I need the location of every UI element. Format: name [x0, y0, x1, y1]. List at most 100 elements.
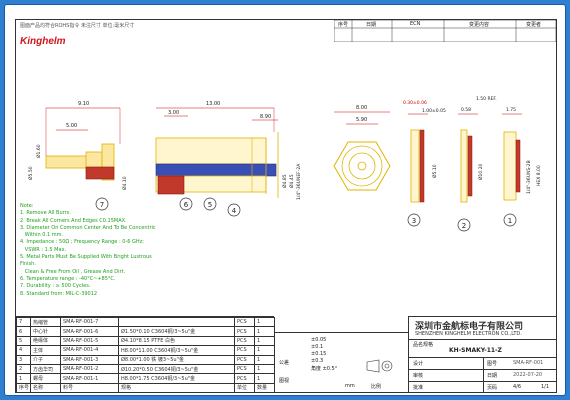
- bom-cell-no: 序号: [16, 382, 31, 394]
- revision-table: 序号 日期 ECN 变更内容 变更者: [334, 20, 556, 42]
- bom-cell-unit: PCS: [234, 363, 255, 375]
- svg-text:3: 3: [412, 217, 416, 225]
- dim-front-d2: 5.90: [356, 117, 367, 123]
- dim-side-d3: 13.00: [206, 101, 220, 107]
- tol-row-3: ±0.3: [311, 358, 324, 364]
- bom-cell-part: SMA-RF-001-1: [60, 373, 119, 384]
- bom-cell-unit: PCS: [234, 373, 255, 384]
- drawing-frame: 图面产品均符合ROHS指令 未注尺寸 单位:毫米尺寸 Kinghelm 序号 日…: [4, 4, 566, 396]
- bom-cell-no: 4: [16, 345, 31, 356]
- tb-date-label: 日期: [487, 373, 498, 379]
- bom-cell-no: 6: [16, 326, 31, 337]
- bom-cell-part: SMA-RF-001-6: [60, 326, 119, 337]
- bom-cell-unit: PCS: [234, 316, 255, 328]
- dim-side-d4: 3.00: [168, 110, 179, 116]
- bom-row: 4 主体 SMA-RF-001-4 H8.00*11.00 C3604铜/3~5u"金…: [16, 345, 275, 356]
- tb-drawing-no-label: 图号: [487, 361, 498, 367]
- dim-side-d9: Ø4.85: [281, 174, 288, 188]
- bom-cell-spec: H8.00*11.00 C3604铜/3~5u"金: [118, 345, 235, 356]
- note-line-8: Finish.: [20, 261, 36, 268]
- bom-cell-name: 介子: [30, 354, 61, 365]
- note-line-11: 7. Durability : ≥ 500 Cycles.: [20, 283, 91, 290]
- bom-cell-qty: 1: [254, 316, 275, 328]
- note-line-12: 8. Standard from: MIL-C-39012: [20, 290, 98, 297]
- note-line-3: 3. Diameter On Common Center And To Be C…: [20, 224, 156, 231]
- tb-drawing-no: SMA-RF-001: [513, 360, 544, 366]
- rev-col-no: 序号: [338, 22, 349, 28]
- dim-side-d8: Ø5.50: [27, 166, 34, 180]
- bom-cell-spec: Ø4.10*8.15 PTFE 白色: [118, 335, 235, 347]
- bom-row: 7 热缩管 SMA-RF-001-7 PCS 1: [16, 316, 275, 328]
- dim-washer-d5: 1.75: [506, 107, 516, 113]
- rev-col-author: 变更者: [526, 22, 542, 28]
- tolerance-scale: 比例: [371, 384, 382, 390]
- tol-row-2: ±0.15: [311, 351, 327, 357]
- bom-cell-part: SMA-RF-001-5: [60, 335, 119, 347]
- tolerance-label: 公差: [279, 360, 290, 366]
- kinghelm-logo: Kinghelm: [20, 36, 66, 47]
- bom-cell-name: 中心针: [30, 326, 61, 337]
- dim-washer-d1: 0.30±0.06: [403, 100, 427, 106]
- model-label: 品名规格: [413, 342, 434, 348]
- dim-washer-d2: 1.00±0.05: [422, 108, 446, 114]
- dim-side-d11: 1/4"-36UNEF-2A: [296, 163, 302, 200]
- balloon-2: 2: [457, 218, 471, 232]
- washer-views: [408, 113, 522, 203]
- bom-cell-no: 7: [16, 316, 31, 328]
- model-number: KH-SMAKY-11-Z: [449, 347, 502, 354]
- side-view: [45, 107, 279, 198]
- bom-cell-name: 热缩管: [30, 316, 61, 328]
- dim-washer-d8: 1/4"-36UNS-2B: [526, 160, 532, 194]
- dim-side-d1: 9.10: [78, 101, 89, 107]
- svg-text:2: 2: [462, 222, 466, 230]
- tb-design-label: 设计: [413, 361, 424, 367]
- dim-side-d6: Ø1.60: [35, 144, 42, 158]
- bom-cell-qty: 1: [254, 373, 275, 384]
- dim-washer-d7: Ø10.20: [477, 163, 484, 180]
- bom-cell-qty: 1: [254, 345, 275, 356]
- bom-row: 6 中心针 SMA-RF-001-6 Ø1.50*0.10 C3604铜/3~5u"金…: [16, 326, 275, 337]
- dim-side-d10: Ø4.45: [288, 174, 295, 188]
- note-line-0: Note:: [20, 203, 34, 209]
- bom-cell-name: 螺母: [30, 373, 61, 384]
- bom-cell-spec: [118, 316, 235, 328]
- dim-side-d7: Ø4.10: [121, 176, 128, 190]
- bom-cell-spec: Ø10.20*0.50 C3604铜/3~5u"金: [118, 363, 235, 375]
- note-line-9: Clean & Free From Oil , Grease And Dirt.: [20, 268, 126, 275]
- tol-row-4: 角度 ±0.5°: [311, 366, 338, 372]
- bom-cell-unit: PCS: [234, 345, 255, 356]
- bom-row: 3 介子 SMA-RF-001-3 Ø8.00*1.00 铁 镀3~5u"金 PCS 1: [16, 354, 275, 365]
- bom-cell-part: SMA-RF-001-2: [60, 363, 119, 375]
- dim-front-d1: 8.00: [356, 105, 367, 111]
- dim-side-d2: 5.00: [66, 123, 77, 129]
- note-line-7: 5. Metal Parts Must Be Supplied With Bri…: [20, 254, 152, 261]
- tb-sheet: 1/1: [541, 384, 550, 390]
- rev-col-ecn: ECN: [410, 21, 421, 27]
- bom-row: 序号 名称 料号 规格 单位 数量: [16, 382, 275, 394]
- bom-cell-unit: PCS: [234, 326, 255, 337]
- bom-cell-qty: 1: [254, 326, 275, 337]
- title-block: 深圳市金航标电子有限公司 SHENZHEN KINGHELM ELECTRON …: [408, 316, 557, 393]
- drawing-sheet: 图面产品均符合ROHS指令 未注尺寸 单位:毫米尺寸 Kinghelm 序号 日…: [15, 19, 557, 394]
- bom-cell-qty: 数量: [254, 382, 275, 394]
- bom-cell-spec: H8.00*1.75 C3604铜/3~5u"金: [118, 373, 235, 384]
- header-note: 图面产品均符合ROHS指令 未注尺寸 单位:毫米尺寸: [20, 23, 135, 29]
- dim-washer-d4: 1.50 REF.: [476, 96, 497, 102]
- tb-approve-label: 批准: [413, 385, 424, 391]
- tol-row-0: ±0.05: [311, 337, 327, 343]
- balloon-3: 3: [407, 213, 421, 227]
- bom-cell-name: 绝缘体: [30, 335, 61, 347]
- note-line-4: Within 0.1 mm.: [20, 232, 64, 239]
- bom-cell-name: 主体: [30, 345, 61, 356]
- bom-cell-qty: 1: [254, 335, 275, 347]
- bom-cell-qty: 1: [254, 363, 275, 375]
- bom-cell-unit: PCS: [234, 335, 255, 347]
- dim-washer-d9: HEX 8.00: [536, 165, 542, 186]
- projection-symbol: [366, 359, 393, 373]
- bom-cell-qty: 1: [254, 354, 275, 365]
- bom-cell-name: 方齿华司: [30, 363, 61, 375]
- bom-row: 1 螺母 SMA-RF-001-1 H8.00*1.75 C3604铜/3~5u"金 P…: [16, 373, 275, 384]
- bom-cell-spec: 规格: [118, 382, 235, 394]
- bom-row: 5 绝缘体 SMA-RF-001-5 Ø4.10*8.15 PTFE 白色 PCS 1: [16, 335, 275, 347]
- tb-review-label: 审核: [413, 373, 424, 379]
